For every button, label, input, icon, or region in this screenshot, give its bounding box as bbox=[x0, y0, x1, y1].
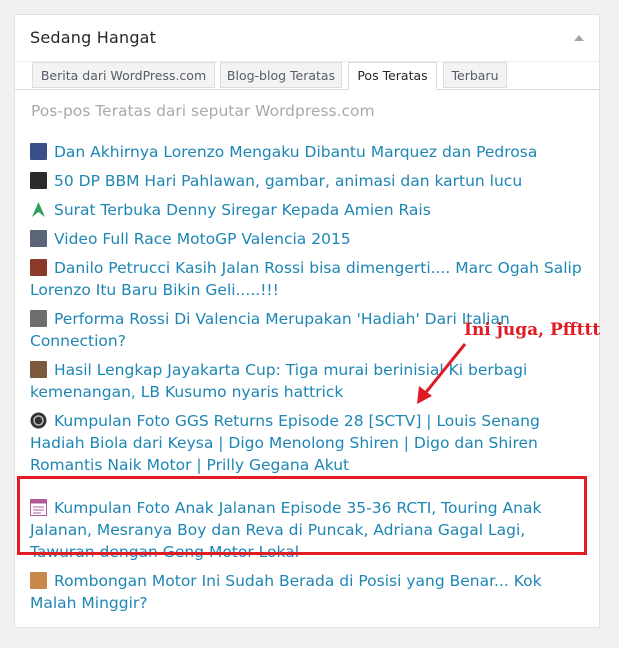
cartoon-thumbnail-icon bbox=[30, 172, 47, 189]
list-item: Dan Akhirnya Lorenzo Mengaku Dibantu Mar… bbox=[30, 141, 590, 163]
list-item: Danilo Petrucci Kasih Jalan Rossi bisa d… bbox=[30, 257, 590, 301]
section-subtitle: Pos-pos Teratas dari seputar Wordpress.c… bbox=[31, 102, 375, 120]
triangle-up-icon[interactable] bbox=[573, 33, 585, 43]
post-link[interactable]: Dan Akhirnya Lorenzo Mengaku Dibantu Mar… bbox=[54, 143, 537, 161]
tab-top-posts[interactable]: Pos Teratas bbox=[348, 62, 437, 90]
widget-title: Sedang Hangat bbox=[30, 28, 157, 47]
post-link[interactable]: Kumpulan Foto GGS Returns Episode 28 [SC… bbox=[30, 412, 540, 474]
document-thumbnail-icon bbox=[30, 499, 47, 516]
post-link[interactable]: Video Full Race MotoGP Valencia 2015 bbox=[54, 230, 351, 248]
annotation-text: Ini juga, Pffttt bbox=[464, 320, 601, 340]
tab-wordpress-news[interactable]: Berita dari WordPress.com bbox=[32, 62, 215, 88]
list-item: Video Full Race MotoGP Valencia 2015 bbox=[30, 228, 590, 250]
motogp-thumbnail-icon bbox=[30, 143, 47, 160]
bird-thumbnail-icon bbox=[30, 361, 47, 378]
list-item: Rombongan Motor Ini Sudah Berada di Posi… bbox=[30, 570, 590, 614]
blog-thumbnail-icon bbox=[30, 572, 47, 589]
list-item: 50 DP BBM Hari Pahlawan, gambar, animasi… bbox=[30, 170, 590, 192]
list-item: Hasil Lengkap Jayakarta Cup: Tiga murai … bbox=[30, 359, 590, 403]
race-thumbnail-icon bbox=[30, 230, 47, 247]
arrow-logo-icon bbox=[30, 201, 47, 218]
post-link[interactable]: Danilo Petrucci Kasih Jalan Rossi bisa d… bbox=[30, 259, 582, 299]
annotation-arrow-icon bbox=[417, 343, 467, 404]
post-link[interactable]: Rombongan Motor Ini Sudah Berada di Posi… bbox=[30, 572, 542, 612]
post-link[interactable]: 50 DP BBM Hari Pahlawan, gambar, animasi… bbox=[54, 172, 522, 190]
circle-logo-icon bbox=[30, 412, 47, 429]
list-item: Surat Terbuka Denny Siregar Kepada Amien… bbox=[30, 199, 590, 221]
tab-bar: Berita dari WordPress.com Blog-blog Tera… bbox=[15, 61, 599, 90]
tab-top-blogs[interactable]: Blog-blog Teratas bbox=[220, 62, 342, 88]
list-item: Kumpulan Foto GGS Returns Episode 28 [SC… bbox=[30, 410, 590, 476]
widget-header: Sedang Hangat bbox=[15, 15, 599, 62]
post-link[interactable]: Surat Terbuka Denny Siregar Kepada Amien… bbox=[54, 201, 431, 219]
post-link[interactable]: Kumpulan Foto Anak Jalanan Episode 35-36… bbox=[30, 499, 541, 561]
track-thumbnail-icon bbox=[30, 310, 47, 327]
list-item: Kumpulan Foto Anak Jalanan Episode 35-36… bbox=[30, 497, 590, 563]
rider-thumbnail-icon bbox=[30, 259, 47, 276]
tab-latest[interactable]: Terbaru bbox=[443, 62, 507, 88]
